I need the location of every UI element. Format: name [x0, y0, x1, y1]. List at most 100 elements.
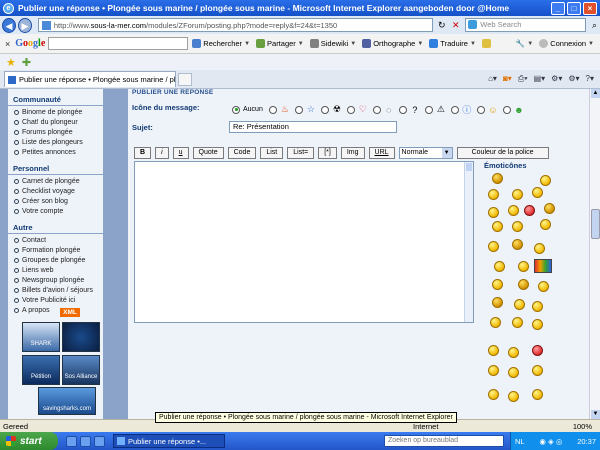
emoticon-laugh[interactable] [512, 189, 523, 200]
emoticon-question[interactable] [518, 261, 529, 272]
feeds-icon[interactable]: ◙▾ [503, 74, 512, 84]
emoticon-sad[interactable] [512, 221, 523, 232]
orthographe-button[interactable]: Orthographe ▼ [362, 39, 423, 48]
sidebar-item-liens[interactable]: Liens web [8, 266, 103, 276]
scroll-thumb[interactable] [591, 209, 600, 239]
emoticon-bye[interactable] [508, 391, 519, 402]
scroll-up-icon[interactable]: ▲ [591, 89, 600, 98]
close-button[interactable]: × [583, 1, 597, 15]
icon-radio-alien[interactable] [502, 105, 511, 114]
taskbar-item-ie[interactable]: Publier une réponse •... [113, 434, 225, 448]
emoticon-eek[interactable] [518, 279, 529, 290]
emoticon-clap[interactable] [532, 301, 543, 312]
icon-radio-smile[interactable] [476, 105, 485, 114]
font-size-select[interactable]: Normale ▼ [398, 147, 453, 159]
emoticon-wave[interactable] [488, 345, 499, 356]
maximize-button[interactable]: □ [567, 1, 581, 15]
emoticon-yes[interactable] [508, 347, 519, 358]
sidebar-item-billets[interactable]: Billets d'avion / séjours [8, 286, 103, 296]
quicklaunch-media-icon[interactable] [94, 435, 105, 447]
favorites-star-icon[interactable]: ★ [6, 56, 16, 69]
page-menu-icon[interactable]: ▤▾ [534, 74, 546, 84]
icon-radio-question[interactable] [398, 105, 407, 114]
emoticon-sleep[interactable] [534, 243, 545, 254]
sidebar-item-contact[interactable]: Contact [8, 236, 103, 246]
pencil-icon[interactable] [481, 39, 493, 48]
emoticon-grin[interactable] [540, 175, 551, 186]
desktop-search-input[interactable]: Zoeken op bureaublad [384, 435, 504, 447]
sidebar-item-checklist[interactable]: Checklist voyage [8, 187, 103, 197]
emoticon-shy[interactable] [492, 279, 503, 290]
google-search-input[interactable] [48, 37, 189, 50]
icon-radio-radioactive[interactable] [320, 105, 329, 114]
language-indicator[interactable]: NL [515, 437, 525, 446]
emoticon-party[interactable] [532, 389, 543, 400]
sidebar-item-blog[interactable]: Créer son blog [8, 197, 103, 207]
font-color-button[interactable]: Couleur de la police [456, 147, 549, 159]
web-search-input[interactable]: Web Search [465, 18, 586, 32]
window-title-bar[interactable]: e Publier une réponse • Plongée sous mar… [0, 0, 600, 16]
sidebar-item-carnet[interactable]: Carnet de plongée [8, 177, 103, 187]
sidebar-item-chat[interactable]: Chat! du plongeur [8, 118, 103, 128]
banner-savingsharks[interactable]: savingsharks.com [38, 387, 96, 415]
forward-button[interactable]: ▶ [17, 17, 32, 33]
sidebar-item-apropos[interactable]: A propos [8, 306, 103, 316]
emoticon-smile[interactable] [540, 219, 551, 230]
emoticon-surprised[interactable] [488, 207, 499, 218]
emoticon-hug[interactable] [512, 317, 523, 328]
refresh-icon[interactable]: ↻ [436, 19, 447, 31]
icon-radio-info[interactable] [450, 105, 459, 114]
emoticon-nerd[interactable] [512, 239, 523, 250]
emoticon-roll[interactable] [514, 299, 525, 310]
banner-sos-alliance[interactable]: Sos Alliance [62, 355, 100, 385]
emoticon-dance[interactable] [490, 317, 501, 328]
emoticon-kiss[interactable] [508, 367, 519, 378]
banner-petition[interactable]: Pétition [22, 355, 60, 385]
sidebar-item-binome[interactable]: Binome de plongée [8, 108, 103, 118]
underline-button[interactable]: u [172, 147, 189, 159]
ordered-list-button[interactable]: List= [287, 147, 315, 159]
quote-button[interactable]: Quote [192, 147, 224, 159]
image-button[interactable]: Img [340, 147, 365, 159]
emoticon-angel[interactable] [488, 241, 499, 252]
emoticon-scream[interactable] [492, 297, 503, 308]
sidewiki-button[interactable]: Sidewiki ▼ [309, 39, 356, 48]
new-tab-button[interactable] [178, 72, 192, 86]
icon-radio-fire[interactable] [268, 105, 277, 114]
wrench-icon[interactable]: 🔧 ▼ [516, 39, 533, 48]
help-icon[interactable]: ?▾ [586, 74, 594, 84]
italic-button[interactable]: i [155, 147, 169, 159]
page-scrollbar[interactable]: ▲ ▼ [589, 89, 600, 419]
emoticon-cheer[interactable] [532, 365, 543, 376]
sidebar-item-compte[interactable]: Votre compte [8, 207, 103, 217]
safety-icon[interactable]: ⚙▾ [551, 74, 562, 84]
start-button[interactable]: start [0, 432, 58, 450]
message-textarea[interactable] [134, 161, 474, 323]
sidebar-item-forums[interactable]: Forums plongée [8, 128, 103, 138]
icon-radio-bubble[interactable] [372, 105, 381, 114]
scroll-down-icon[interactable]: ▼ [591, 410, 600, 419]
minimize-button[interactable]: _ [551, 1, 565, 15]
toolbar-close-icon[interactable]: × [5, 39, 10, 49]
print-icon[interactable]: ⎙▾ [518, 74, 528, 84]
list-item-button[interactable]: [*] [318, 147, 337, 159]
zoom-level[interactable]: 100% [573, 422, 592, 431]
add-favorite-icon[interactable]: ✚ [22, 56, 31, 69]
emoticon-rainbow-flag[interactable] [534, 259, 552, 273]
stop-icon[interactable]: ✕ [450, 19, 461, 31]
bold-button[interactable]: B [134, 147, 152, 159]
list-button[interactable]: List [260, 147, 284, 159]
code-button[interactable]: Code [227, 147, 257, 159]
icon-radio-star[interactable] [294, 105, 303, 114]
quicklaunch-ie-icon[interactable] [66, 435, 77, 447]
tools-icon[interactable]: ⚙▾ [568, 74, 579, 84]
tray-icons[interactable]: ◉ ◈ ◎ [539, 437, 562, 446]
emoticon-lol[interactable] [538, 281, 549, 292]
sidebar-item-publicite[interactable]: Votre Publicité ici [8, 296, 103, 306]
tab-current[interactable]: Publier une réponse • Plongée sous marin… [4, 71, 176, 87]
icon-radio-heart[interactable] [346, 105, 355, 114]
quicklaunch-desktop-icon[interactable] [80, 435, 91, 447]
traduire-button[interactable]: Traduire ▼ [429, 39, 476, 48]
emoticon-tongue[interactable] [508, 205, 519, 216]
emoticon-happy[interactable] [488, 189, 499, 200]
